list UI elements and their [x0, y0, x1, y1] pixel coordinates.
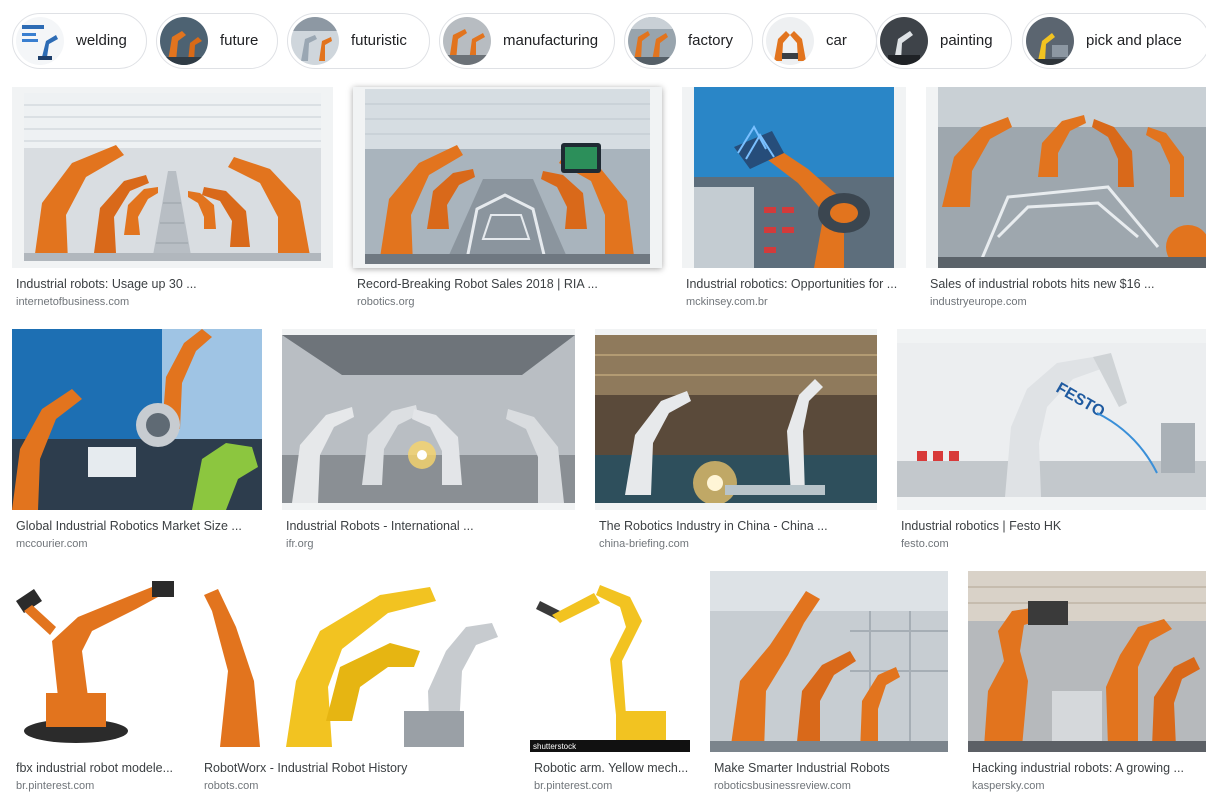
- chip-label: manufacturing: [503, 32, 599, 49]
- image-result[interactable]: Make Smarter Industrial Robots roboticsb…: [710, 571, 948, 793]
- image-thumbnail: [24, 93, 321, 261]
- image-thumbnail: [365, 89, 650, 264]
- result-title: Robotic arm. Yellow mech...: [534, 761, 689, 775]
- result-domain: internetofbusiness.com: [16, 296, 130, 308]
- result-title: Industrial robotics: Opportunities for .…: [686, 277, 898, 291]
- chip-future[interactable]: future: [156, 13, 278, 69]
- chip-futuristic[interactable]: futuristic: [287, 13, 430, 69]
- chip-thumbnail-welding: [16, 17, 64, 65]
- image-thumbnail: [694, 87, 894, 268]
- image-thumbnail: [200, 571, 510, 752]
- result-title: Hacking industrial robots: A growing ...: [972, 761, 1184, 775]
- image-result[interactable]: Global Industrial Robotics Market Size .…: [12, 329, 262, 551]
- image-result[interactable]: Industrial robots: Usage up 30 ... inter…: [12, 87, 333, 309]
- result-title: Record-Breaking Robot Sales 2018 | RIA .…: [357, 277, 598, 291]
- result-title: fbx industrial robot modele...: [16, 761, 174, 775]
- image-thumbnail: shutterstock: [530, 571, 690, 752]
- chip-welding[interactable]: welding: [12, 13, 147, 69]
- image-thumbnail: [282, 335, 575, 503]
- svg-text:shutterstock: shutterstock: [533, 742, 577, 751]
- chip-thumbnail-manufacturing: [443, 17, 491, 65]
- image-thumbnail: [938, 87, 1206, 268]
- image-thumbnail: [12, 329, 262, 510]
- image-result[interactable]: Sales of industrial robots hits new $16 …: [926, 87, 1206, 309]
- chip-label: factory: [688, 32, 734, 49]
- chip-manufacturing[interactable]: manufacturing: [439, 13, 615, 69]
- image-thumbnail: [710, 571, 948, 752]
- chip-label: pick and place: [1086, 32, 1182, 49]
- image-result[interactable]: fbx industrial robot modele... br.pinter…: [12, 571, 180, 793]
- result-title: Industrial robotics | Festo HK: [901, 519, 1062, 533]
- result-title: Industrial Robots - International ...: [286, 519, 474, 533]
- chip-label: painting: [940, 32, 993, 49]
- result-domain: mckinsey.com.br: [686, 296, 768, 308]
- image-thumbnail: [968, 571, 1206, 752]
- result-domain: mccourier.com: [16, 538, 88, 550]
- chip-label: future: [220, 32, 259, 49]
- related-searches-chips: welding future futuristic manufacturing …: [12, 13, 1206, 71]
- result-domain: br.pinterest.com: [16, 780, 95, 792]
- chip-label: car: [826, 32, 847, 49]
- image-thumbnail: [595, 335, 877, 503]
- result-title: Industrial robots: Usage up 30 ...: [16, 277, 197, 291]
- result-title: RobotWorx - Industrial Robot History: [204, 761, 408, 775]
- result-title: Make Smarter Industrial Robots: [714, 761, 890, 775]
- result-domain: festo.com: [901, 538, 949, 550]
- result-title: Global Industrial Robotics Market Size .…: [16, 519, 242, 533]
- chip-thumbnail-pick-and-place: [1026, 17, 1074, 65]
- chip-car[interactable]: car: [762, 13, 877, 69]
- chip-thumbnail-painting: [880, 17, 928, 65]
- result-domain: industryeurope.com: [930, 296, 1027, 308]
- result-title: The Robotics Industry in China - China .…: [599, 519, 828, 533]
- image-result[interactable]: shutterstock Robotic arm. Yellow mech...…: [530, 571, 690, 793]
- chip-painting[interactable]: painting: [876, 13, 1012, 69]
- result-domain: robotics.org: [357, 296, 415, 308]
- result-domain: br.pinterest.com: [534, 780, 613, 792]
- result-domain: kaspersky.com: [972, 780, 1045, 792]
- result-domain: robots.com: [204, 780, 259, 792]
- result-title: Sales of industrial robots hits new $16 …: [930, 277, 1155, 291]
- chip-thumbnail-factory: [628, 17, 676, 65]
- result-domain: roboticsbusinessreview.com: [714, 780, 851, 792]
- image-thumbnail: [12, 571, 180, 752]
- result-domain: china-briefing.com: [599, 538, 689, 550]
- image-result[interactable]: Record-Breaking Robot Sales 2018 | RIA .…: [353, 87, 662, 309]
- chip-thumbnail-car: [766, 17, 814, 65]
- chip-thumbnail-future: [160, 17, 208, 65]
- chip-pick-and-place[interactable]: pick and place: [1022, 13, 1206, 69]
- image-result[interactable]: Hacking industrial robots: A growing ...…: [968, 571, 1206, 793]
- image-result[interactable]: Industrial robotics: Opportunities for .…: [682, 87, 906, 309]
- image-thumbnail: FESTO: [897, 343, 1206, 497]
- chip-factory[interactable]: factory: [624, 13, 753, 69]
- chip-label: welding: [76, 32, 127, 49]
- result-domain: ifr.org: [286, 538, 314, 550]
- chip-thumbnail-futuristic: [291, 17, 339, 65]
- image-result[interactable]: FESTO Industrial robotics | Festo HK fes…: [897, 329, 1206, 551]
- image-result[interactable]: Industrial Robots - International ... if…: [282, 329, 575, 551]
- image-result[interactable]: RobotWorx - Industrial Robot History rob…: [200, 571, 510, 793]
- image-result[interactable]: The Robotics Industry in China - China .…: [595, 329, 877, 551]
- chip-label: futuristic: [351, 32, 407, 49]
